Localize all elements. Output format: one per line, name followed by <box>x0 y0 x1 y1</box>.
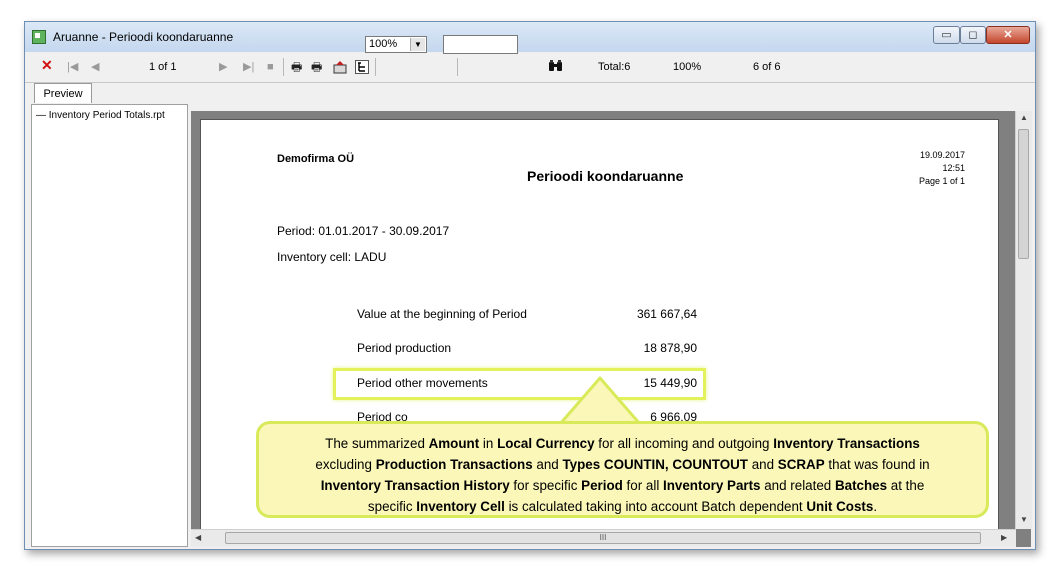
toolbar-separator <box>457 58 458 76</box>
report-period: Period: 01.01.2017 - 30.09.2017 <box>277 224 450 238</box>
minimize-button[interactable]: ▭ <box>933 26 960 44</box>
report-inventory-cell: Inventory cell: LADU <box>277 250 387 264</box>
horizontal-scrollbar[interactable]: ◀ III ▶ <box>191 529 1016 547</box>
close-window-button[interactable]: ✕ <box>986 26 1030 44</box>
maximize-button[interactable]: ◻ <box>960 26 986 44</box>
page-indicator: 1 of 1 <box>149 61 177 73</box>
scroll-thumb[interactable] <box>1018 129 1029 259</box>
first-page-icon[interactable]: |◀ <box>67 60 78 74</box>
row-label: Period production <box>357 341 452 355</box>
records-count: 6 of 6 <box>753 61 781 73</box>
export-icon[interactable] <box>333 60 347 74</box>
scroll-left-icon[interactable]: ◀ <box>195 533 201 542</box>
stop-icon[interactable]: ■ <box>267 60 274 74</box>
callout-line: The summarized Amount in Local Currency … <box>325 436 920 451</box>
toolbar-separator <box>283 58 284 76</box>
window-title: Aruanne - Perioodi koondaruanne <box>53 30 234 44</box>
group-tree-panel: — Inventory Period Totals.rpt <box>31 104 188 547</box>
search-input[interactable] <box>443 35 518 54</box>
scroll-right-icon[interactable]: ▶ <box>1001 533 1007 542</box>
company-name: Demofirma OÜ <box>277 153 355 165</box>
chevron-down-icon[interactable]: ▼ <box>410 38 425 51</box>
report-date: 19.09.2017 <box>919 150 965 160</box>
scroll-up-icon[interactable]: ▲ <box>1020 113 1028 122</box>
search-icon[interactable] <box>548 59 564 73</box>
print-icon[interactable]: 🖶 <box>291 60 302 74</box>
print-setup-icon[interactable]: 🖶 <box>311 60 322 74</box>
tab-preview[interactable]: Preview <box>34 83 92 103</box>
close-report-icon[interactable]: ✕ <box>41 58 53 72</box>
toolbar-separator <box>375 58 376 76</box>
row-label: Value at the beginning of Period <box>357 307 527 321</box>
next-page-icon[interactable]: ▶ <box>219 60 227 74</box>
row-value: 361 667,64 <box>636 307 697 321</box>
zoom-value: 100% <box>369 38 398 50</box>
last-page-icon[interactable]: ▶| <box>243 60 254 74</box>
callout-text: The summarized Amount in Local Currency … <box>269 433 976 517</box>
report-time: 12:51 <box>942 163 965 173</box>
vertical-scrollbar[interactable]: ▲ ▼ <box>1015 111 1032 529</box>
total-count: Total:6 <box>598 61 631 73</box>
callout-line: specific Inventory Cell is calculated ta… <box>367 499 878 514</box>
row-value: 18 878,90 <box>643 341 697 355</box>
percent-read: 100% <box>673 61 702 73</box>
report-title: Perioodi koondaruanne <box>527 168 684 184</box>
scroll-thumb[interactable]: III <box>225 532 981 544</box>
tree-item-report[interactable]: — Inventory Period Totals.rpt <box>36 110 165 121</box>
zoom-select[interactable]: 100% ▼ <box>365 36 427 53</box>
scroll-down-icon[interactable]: ▼ <box>1020 515 1028 524</box>
explanation-callout: The summarized Amount in Local Currency … <box>256 421 989 518</box>
callout-line: excluding Production Transactions and Ty… <box>315 457 930 472</box>
title-bar: Aruanne - Perioodi koondaruanne ▭ ◻ ✕ <box>25 22 1035 52</box>
report-page-number: Page 1 of 1 <box>918 176 965 186</box>
callout-line: Inventory Transaction History for specif… <box>320 478 925 493</box>
report-toolbar: ✕ |◀ ◀ 1 of 1 ▶ ▶| ■ 🖶 🖶 Total:6 100% 6 … <box>25 52 1035 83</box>
highlight-box <box>333 368 706 400</box>
app-icon <box>32 30 46 44</box>
group-tree-icon[interactable] <box>355 60 369 74</box>
prev-page-icon[interactable]: ◀ <box>91 60 99 74</box>
